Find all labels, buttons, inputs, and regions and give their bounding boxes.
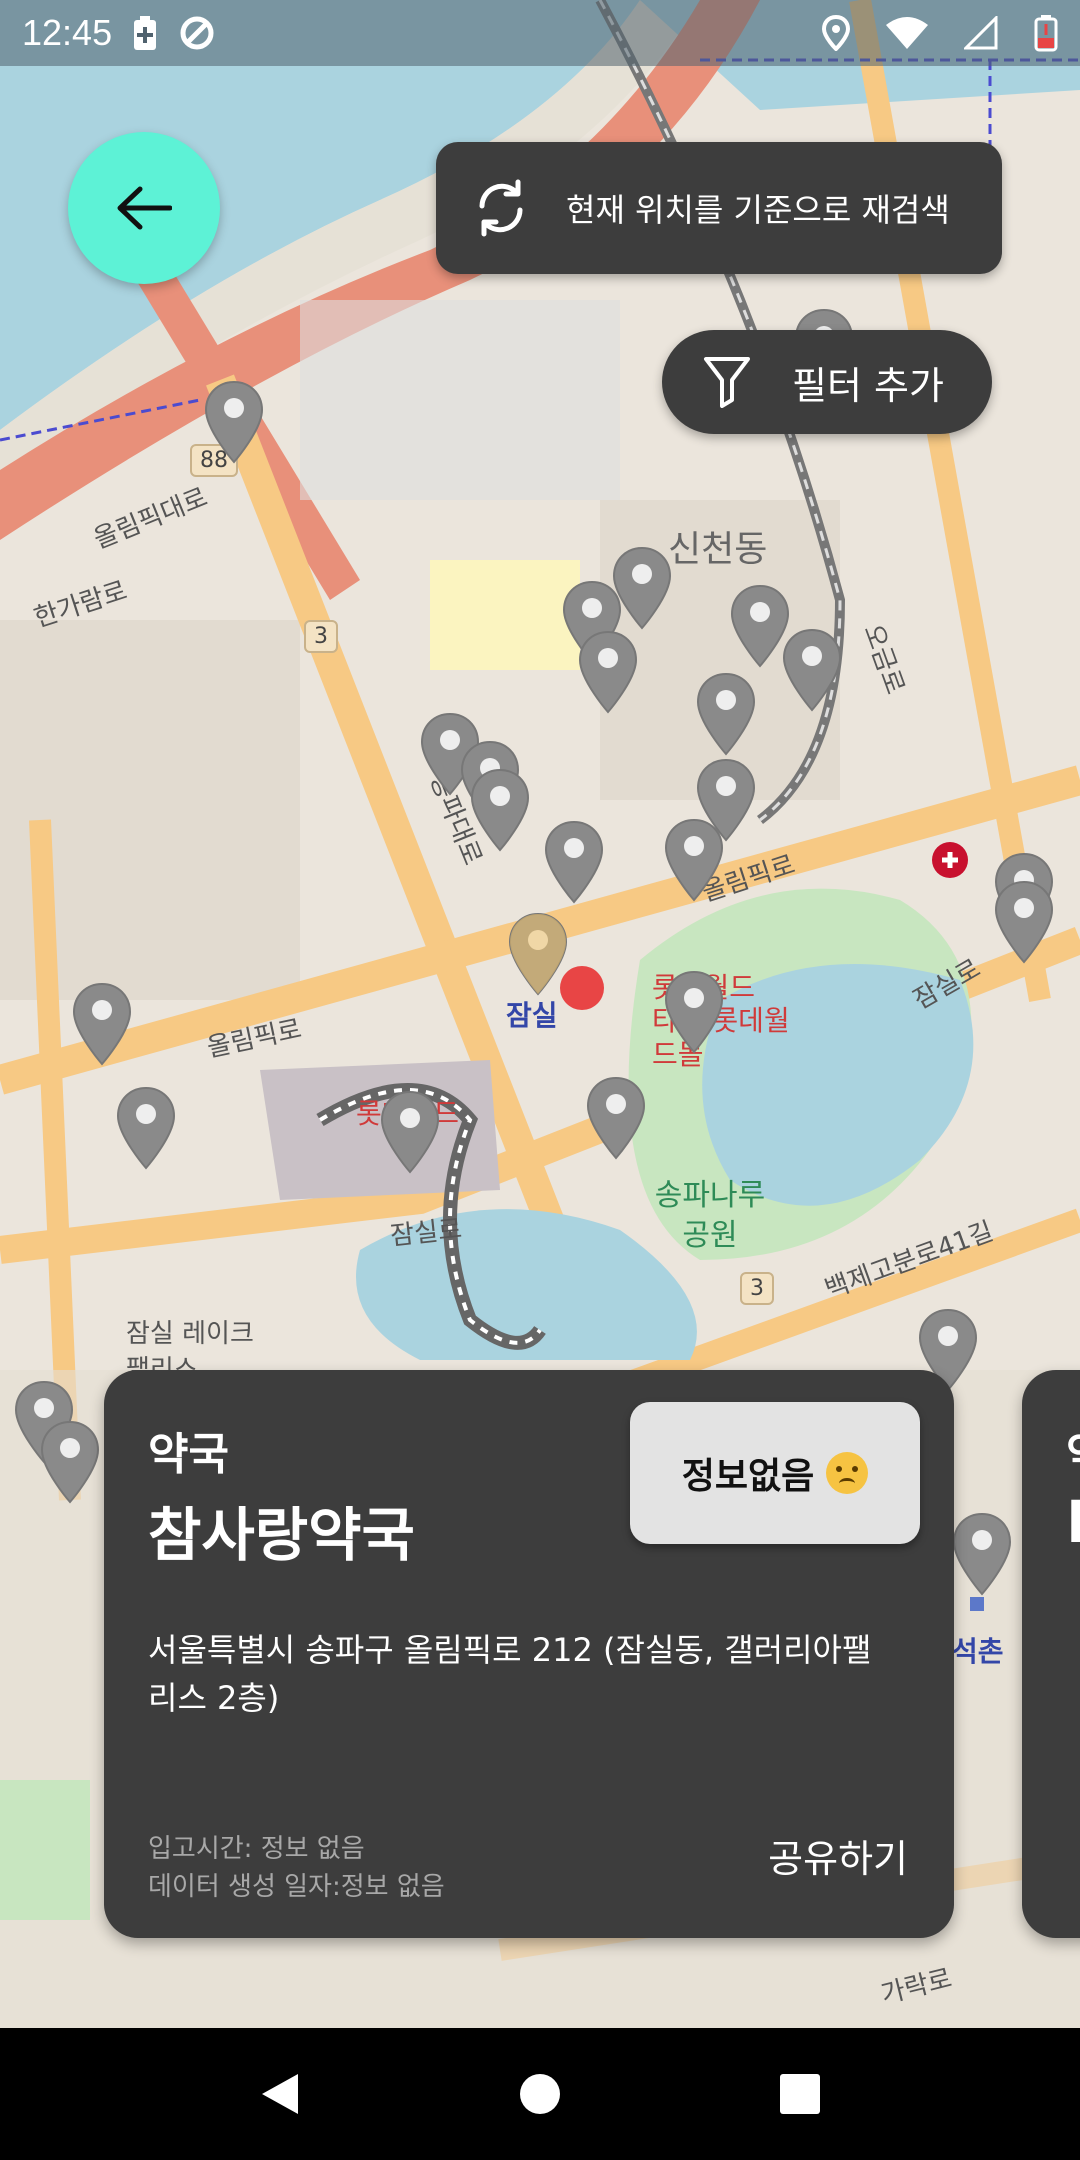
battery-saver-icon xyxy=(132,15,158,51)
card-data-created: 데이터 생성 일자:정보 없음 xyxy=(148,1872,445,1902)
data-saver-icon xyxy=(178,14,216,52)
map-pin-icon xyxy=(782,628,842,712)
map-marker[interactable] xyxy=(116,1086,176,1170)
map-pin-icon xyxy=(380,1090,440,1174)
card-pharmacy-name: 참사랑약국 xyxy=(148,1501,415,1569)
road-shield-3: 3 xyxy=(304,620,338,653)
card-address: 서울특별시 송파구 올림픽로 212 (잠실동, 갤러리아팰리스 2층) xyxy=(148,1631,872,1717)
map-pin-icon xyxy=(696,672,756,756)
map-pin-icon xyxy=(612,546,672,630)
map-pin-icon xyxy=(204,380,264,464)
map-marker[interactable] xyxy=(664,970,724,1054)
nav-home-button[interactable] xyxy=(500,2054,580,2134)
signal-icon xyxy=(964,16,998,50)
map-pin-icon xyxy=(952,1512,1012,1596)
map-pin-icon xyxy=(730,584,790,668)
map-pin-icon xyxy=(586,1076,646,1160)
share-button[interactable]: 공유하기 xyxy=(768,1828,908,1883)
map-pin-icon xyxy=(72,982,132,1066)
map-pin-icon xyxy=(470,768,530,852)
map-marker[interactable] xyxy=(578,630,638,714)
map-pin-icon xyxy=(664,970,724,1054)
recents-icon xyxy=(780,2074,820,2114)
map-marker[interactable] xyxy=(508,912,568,996)
map-marker[interactable] xyxy=(72,982,132,1066)
status-bar: 12:45 xyxy=(0,0,1080,66)
back-button[interactable] xyxy=(68,132,220,284)
card-arrival-time: 입고시간: 정보 없음 xyxy=(148,1834,365,1864)
map-marker[interactable] xyxy=(782,628,842,712)
map-pin-icon xyxy=(40,1420,100,1504)
road-shield-3-b: 3 xyxy=(740,1272,774,1305)
rescan-button[interactable]: 현재 위치를 기준으로 재검색 xyxy=(436,142,1002,274)
map-marker[interactable] xyxy=(204,380,264,464)
crying-face-icon xyxy=(826,1452,869,1494)
map-pin-icon xyxy=(544,820,604,904)
nav-back-button[interactable] xyxy=(240,2054,320,2134)
home-icon xyxy=(520,2074,560,2114)
map-marker[interactable] xyxy=(470,768,530,852)
nav-recents-button[interactable] xyxy=(760,2054,840,2134)
wifi-icon xyxy=(886,17,928,49)
map-marker[interactable] xyxy=(994,880,1054,964)
map-label-songpa-naru-park: 송파나루 공원 xyxy=(654,1178,766,1253)
map-marker[interactable] xyxy=(730,584,790,668)
card-category: 약 xyxy=(1066,1418,1080,1482)
map-marker[interactable] xyxy=(952,1512,1012,1596)
map-label-seokchon: 석촌 xyxy=(952,1635,1004,1668)
map-pin-icon xyxy=(578,630,638,714)
map-marker[interactable] xyxy=(40,1420,100,1504)
map-label-sincheon-dong: 신천동 xyxy=(668,529,768,570)
back-icon xyxy=(262,2074,298,2114)
map-marker[interactable] xyxy=(612,546,672,630)
navigation-bar xyxy=(0,2028,1080,2160)
card-meta: 입고시간: 정보 없음 데이터 생성 일자:정보 없음 xyxy=(148,1830,445,1906)
map-pin-icon xyxy=(508,912,568,996)
stock-status-badge: 정보없음 xyxy=(630,1402,920,1544)
arrow-left-icon xyxy=(117,186,172,230)
filter-icon xyxy=(662,356,792,408)
pharmacy-card[interactable]: 약국 참사랑약국 정보없음 서울특별시 송파구 올림픽로 212 (잠실동, 갤… xyxy=(104,1370,954,1938)
map-marker[interactable] xyxy=(586,1076,646,1160)
rescan-label: 현재 위치를 기준으로 재검색 xyxy=(566,191,950,229)
location-icon xyxy=(822,15,850,51)
map-pin-icon xyxy=(116,1086,176,1170)
stock-status-text: 정보없음 xyxy=(681,1456,815,1497)
filter-label: 필터 추가 xyxy=(792,363,944,408)
map-marker[interactable] xyxy=(380,1090,440,1174)
battery-icon xyxy=(1034,14,1058,52)
filter-button[interactable]: 필터 추가 xyxy=(662,330,992,434)
map-marker[interactable] xyxy=(696,672,756,756)
card-category: 약국 xyxy=(148,1429,229,1480)
screen: 올림픽대로 한가람로 신천동 잠실 롯데월드 타워 롯데월드몰 올림픽로 올림픽… xyxy=(0,0,1080,2160)
pharmacy-card-next[interactable]: 약 D xyxy=(1022,1370,1080,1938)
map-marker[interactable] xyxy=(544,820,604,904)
map-pin-icon xyxy=(664,818,724,902)
status-time: 12:45 xyxy=(22,12,113,53)
map-label-jamsil-ro: 잠실로 xyxy=(388,1214,464,1252)
map-pin-icon xyxy=(994,880,1054,964)
map-label-jamsil-station: 잠실 xyxy=(506,999,558,1032)
card-pharmacy-name: D xyxy=(1066,1488,1080,1556)
map-marker[interactable] xyxy=(664,818,724,902)
refresh-icon xyxy=(436,178,566,238)
